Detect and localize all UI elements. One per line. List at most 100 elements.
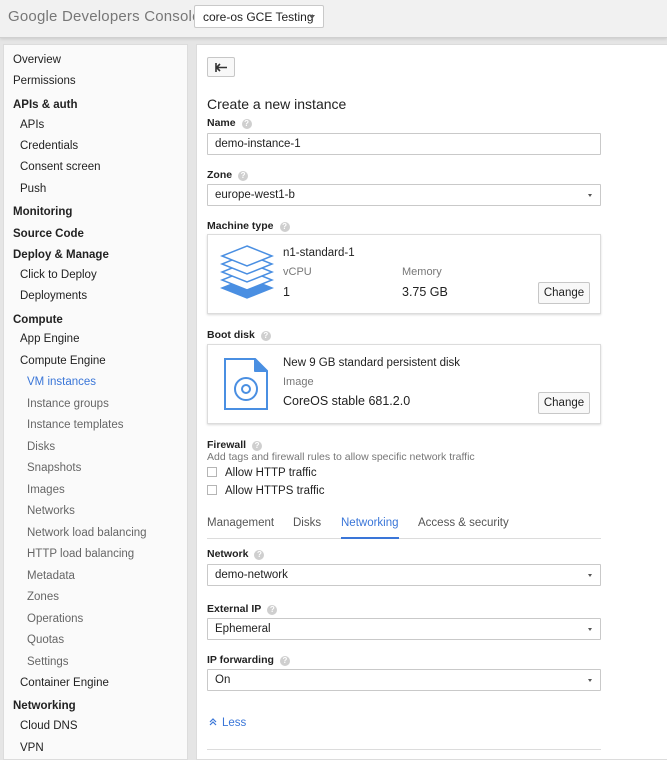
machine-stack-icon <box>220 245 274 299</box>
memory-label: Memory <box>402 266 442 278</box>
sidebar-item-vm-instances[interactable]: VM instances <box>4 372 187 393</box>
vcpu-value: 1 <box>283 285 290 299</box>
boot-disk-name: New 9 GB standard persistent disk <box>283 357 461 369</box>
sidebar-section-apis-auth[interactable]: APIs & auth <box>4 95 187 116</box>
help-icon[interactable]: ? <box>279 656 290 666</box>
external-ip-value: Ephemeral <box>215 623 271 635</box>
chevron-down-icon <box>588 628 592 631</box>
sidebar-item-http-load-balancing[interactable]: HTTP load balancing <box>4 544 187 565</box>
developers-console-logo[interactable]: Google Developers Console <box>8 8 201 25</box>
ip-forwarding-select[interactable]: On <box>207 669 601 691</box>
zone-value: europe-west1-b <box>215 189 295 201</box>
sidebar-item-apis[interactable]: APIs <box>4 115 187 136</box>
sidebar-item-metadata[interactable]: Metadata <box>4 566 187 587</box>
help-icon[interactable]: ? <box>260 331 271 341</box>
zone-select[interactable]: europe-west1-b <box>207 184 601 206</box>
ip-forwarding-value: On <box>215 674 231 686</box>
help-icon[interactable]: ? <box>254 550 265 560</box>
machine-type-card: n1-standard-1 vCPU Memory 1 3.75 GB Chan… <box>207 234 601 314</box>
sidebar-item-vpn[interactable]: VPN <box>4 738 187 759</box>
project-name: core-os GCE Testing <box>203 10 314 24</box>
name-label: Name? <box>207 117 252 129</box>
allow-https-label: Allow HTTPS traffic <box>225 485 325 497</box>
project-selector[interactable]: core-os GCE Testing <box>194 5 324 28</box>
help-icon[interactable]: ? <box>241 119 252 129</box>
tab-access-security[interactable]: Access & security <box>418 517 509 539</box>
allow-http-label: Allow HTTP traffic <box>225 467 317 479</box>
sidebar-item-snapshots[interactable]: Snapshots <box>4 458 187 479</box>
help-icon[interactable]: ? <box>267 605 278 615</box>
chevron-down-icon <box>588 574 592 577</box>
page-title: Create a new instance <box>207 96 347 112</box>
sidebar-nav: Overview Permissions APIs & auth APIs Cr… <box>3 44 188 760</box>
sidebar-item-credentials[interactable]: Credentials <box>4 136 187 157</box>
sidebar-item-click-to-deploy[interactable]: Click to Deploy <box>4 265 187 286</box>
sidebar-item-zones[interactable]: Zones <box>4 587 187 608</box>
tab-networking[interactable]: Networking <box>341 517 399 539</box>
less-label: Less <box>222 717 247 729</box>
tab-management[interactable]: Management <box>207 517 274 539</box>
network-select[interactable]: demo-network <box>207 564 601 586</box>
sidebar-item-network-load-balancing[interactable]: Network load balancing <box>4 523 187 544</box>
sidebar-item-quotas[interactable]: Quotas <box>4 630 187 651</box>
sidebar-section-monitoring[interactable]: Monitoring <box>4 202 187 223</box>
external-ip-label: External IP? <box>207 603 278 615</box>
sidebar-item-permissions[interactable]: Permissions <box>4 71 187 92</box>
settings-tabs: Management Disks Networking Access & sec… <box>207 513 601 539</box>
sidebar-item-push[interactable]: Push <box>4 179 187 200</box>
machine-type-name: n1-standard-1 <box>283 247 355 259</box>
sidebar-item-settings[interactable]: Settings <box>4 652 187 673</box>
less-link[interactable]: Less <box>209 717 246 729</box>
chevron-down-icon <box>588 679 592 682</box>
sidebar-item-container-engine[interactable]: Container Engine <box>4 673 187 694</box>
logo-google: Google <box>8 8 58 25</box>
change-boot-disk-button[interactable]: Change <box>538 392 590 414</box>
change-machine-type-button[interactable]: Change <box>538 282 590 304</box>
sidebar-section-networking[interactable]: Networking <box>4 696 187 717</box>
vcpu-label: vCPU <box>283 266 312 278</box>
sidebar-item-cloud-dns[interactable]: Cloud DNS <box>4 716 187 737</box>
help-icon[interactable]: ? <box>252 441 263 451</box>
sidebar-item-app-engine[interactable]: App Engine <box>4 329 187 350</box>
divider <box>207 749 601 750</box>
sidebar-item-images[interactable]: Images <box>4 480 187 501</box>
image-value: CoreOS stable 681.2.0 <box>283 394 411 408</box>
sidebar-item-instance-templates[interactable]: Instance templates <box>4 415 187 436</box>
chevron-down-icon <box>309 15 315 19</box>
chevron-down-icon <box>588 194 592 197</box>
checkbox-box[interactable] <box>207 485 217 495</box>
back-button[interactable] <box>207 57 235 77</box>
sidebar-item-overview[interactable]: Overview <box>4 50 187 71</box>
sidebar-section-compute[interactable]: Compute <box>4 310 187 331</box>
sidebar-item-consent-screen[interactable]: Consent screen <box>4 157 187 178</box>
zone-label: Zone? <box>207 169 249 181</box>
chevron-up-double-icon <box>209 718 217 726</box>
memory-value: 3.75 GB <box>402 285 448 299</box>
image-label: Image <box>283 376 314 388</box>
sidebar-item-operations[interactable]: Operations <box>4 609 187 630</box>
create-instance-panel: Create a new instance Name? demo-instanc… <box>196 44 667 760</box>
sidebar-item-instance-groups[interactable]: Instance groups <box>4 394 187 415</box>
network-label: Network? <box>207 548 265 560</box>
sidebar-item-disks[interactable]: Disks <box>4 437 187 458</box>
sidebar-item-deployments[interactable]: Deployments <box>4 286 187 307</box>
firewall-label: Firewall? <box>207 439 263 451</box>
help-icon[interactable]: ? <box>279 222 290 232</box>
ip-forwarding-label: IP forwarding? <box>207 654 290 666</box>
firewall-hint: Add tags and firewall rules to allow spe… <box>207 451 475 463</box>
sidebar-item-compute-engine[interactable]: Compute Engine <box>4 351 187 372</box>
sidebar-section-deploy-manage[interactable]: Deploy & Manage <box>4 245 187 266</box>
top-bar: Google Developers Console core-os GCE Te… <box>0 0 667 38</box>
tab-disks[interactable]: Disks <box>293 517 321 539</box>
checkbox-box[interactable] <box>207 467 217 477</box>
instance-name-value: demo-instance-1 <box>215 138 301 150</box>
machine-type-label: Machine type? <box>207 220 290 232</box>
sidebar-section-source-code[interactable]: Source Code <box>4 224 187 245</box>
boot-disk-card: New 9 GB standard persistent disk Image … <box>207 344 601 424</box>
allow-http-checkbox[interactable]: Allow HTTP traffic <box>207 467 317 481</box>
instance-name-input[interactable]: demo-instance-1 <box>207 133 601 155</box>
allow-https-checkbox[interactable]: Allow HTTPS traffic <box>207 485 324 499</box>
external-ip-select[interactable]: Ephemeral <box>207 618 601 640</box>
sidebar-item-networks[interactable]: Networks <box>4 501 187 522</box>
help-icon[interactable]: ? <box>238 171 249 181</box>
